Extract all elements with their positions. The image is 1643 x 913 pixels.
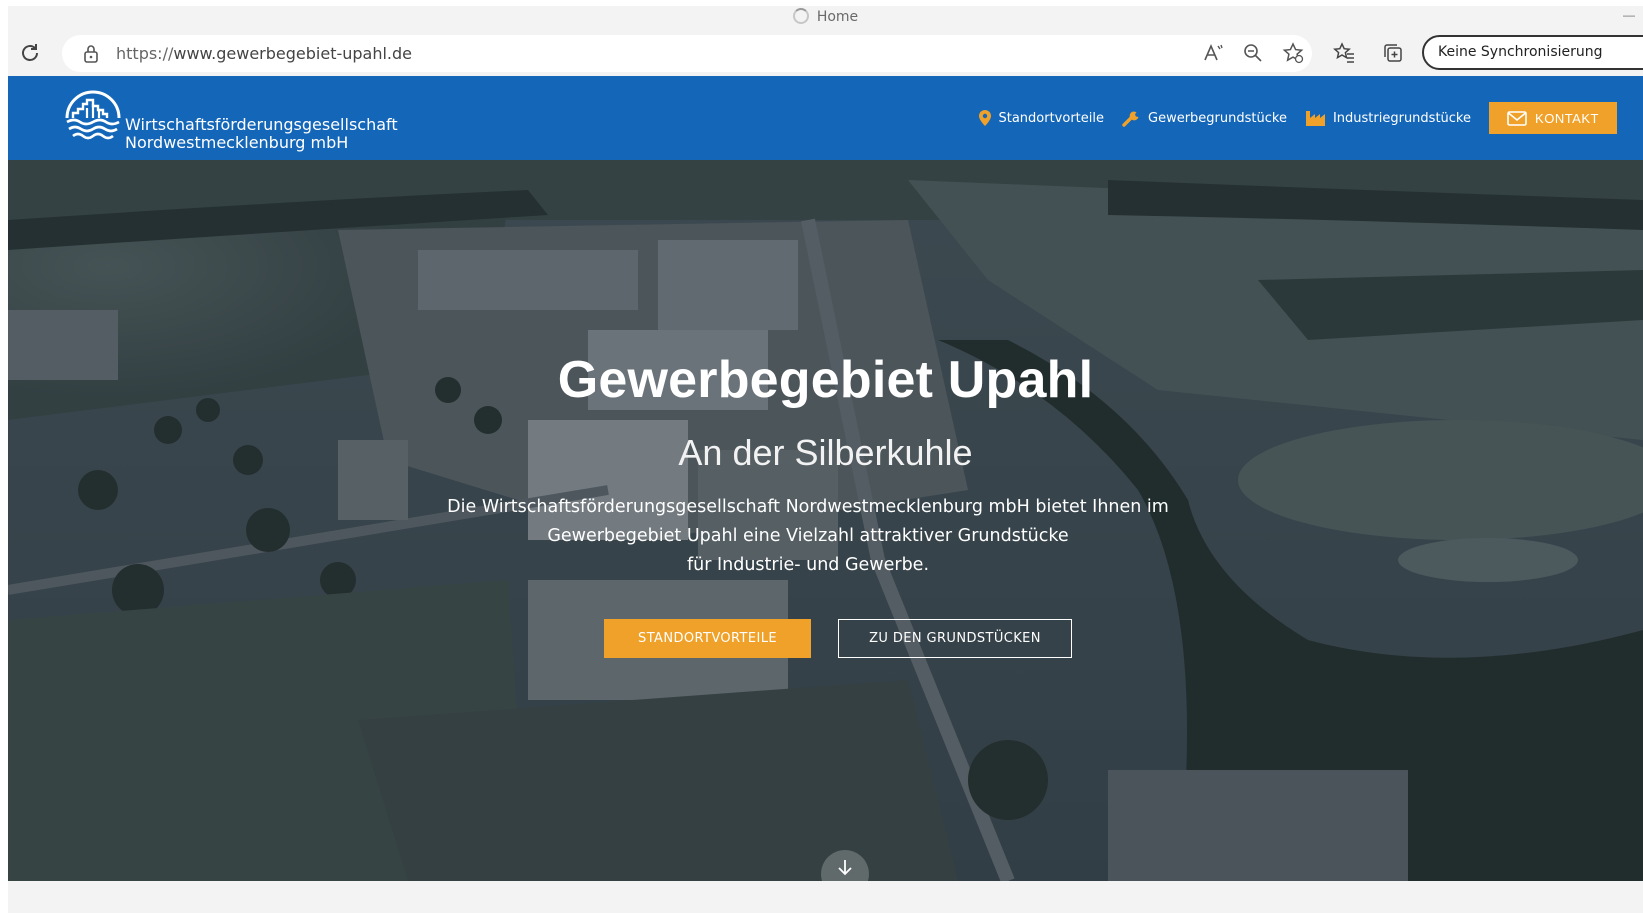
lock-icon[interactable] xyxy=(82,44,100,64)
arrow-down-icon xyxy=(838,860,852,876)
hero-section: Gewerbegebiet Upahl An der Silberkuhle D… xyxy=(8,160,1643,881)
envelope-icon xyxy=(1507,110,1527,126)
nav-item-gewerbegrundstuecke[interactable]: Gewerbegrundstücke xyxy=(1122,109,1287,127)
browser-toolbar: https://www.gewerbegebiet-upahl.de Keine… xyxy=(8,30,1643,76)
window-title: Home xyxy=(8,8,1643,25)
hero-title: Gewerbegebiet Upahl xyxy=(557,351,1094,409)
hero-subtitle: An der Silberkuhle xyxy=(678,432,973,473)
title-bar: Home — xyxy=(8,6,1643,30)
nav-label: Industriegrundstücke xyxy=(1332,110,1471,126)
company-name-line2: Nordwestmecklenburg mbH xyxy=(125,133,349,152)
hero-description: Die Wirtschaftsförderungsgesellschaft No… xyxy=(428,493,1188,580)
address-bar[interactable]: https://www.gewerbegebiet-upahl.de xyxy=(62,35,1312,72)
website: Wirtschaftsförderungsgesellschaft Nordwe… xyxy=(8,76,1643,881)
minimize-button[interactable]: — xyxy=(1623,8,1637,22)
site-header: Wirtschaftsförderungsgesellschaft Nordwe… xyxy=(8,76,1643,160)
contact-button[interactable]: KONTAKT xyxy=(1489,102,1617,134)
main-nav: Standortvorteile Gewerbegrundstücke Indu… xyxy=(960,102,1617,134)
nav-label: Gewerbegrundstücke xyxy=(1148,110,1287,126)
url-protocol: https:// xyxy=(116,44,174,63)
contact-label: KONTAKT xyxy=(1535,110,1599,126)
nav-label: Standortvorteile xyxy=(998,110,1104,126)
company-name[interactable]: Wirtschaftsförderungsgesellschaft Nordwe… xyxy=(125,116,398,152)
standortvorteile-button[interactable]: STANDORTVORTEILE xyxy=(604,619,811,658)
nav-item-industriegrundstuecke[interactable]: Industriegrundstücke xyxy=(1305,109,1471,127)
url-text[interactable]: https://www.gewerbegebiet-upahl.de xyxy=(116,44,412,63)
nav-item-standortvorteile[interactable]: Standortvorteile xyxy=(978,109,1104,127)
hero-description-line1: Die Wirtschaftsförderungsgesellschaft No… xyxy=(447,497,1169,517)
tab-title: Home xyxy=(816,9,859,25)
company-name-line1: Wirtschaftsförderungsgesellschaft xyxy=(125,115,398,134)
grundstuecke-button[interactable]: ZU DEN GRUNDSTÜCKEN xyxy=(838,619,1072,658)
collections-icon[interactable] xyxy=(1382,42,1404,64)
read-aloud-icon[interactable] xyxy=(1202,42,1224,64)
browser-window: Home — https://www.gewerbegebiet-upahl.d… xyxy=(8,6,1643,913)
wrench-icon xyxy=(1122,111,1139,127)
url-host: www.gewerbegebiet-upahl.de xyxy=(173,44,413,63)
sync-button[interactable]: Keine Synchronisierung xyxy=(1422,35,1643,70)
company-logo-icon[interactable] xyxy=(63,88,123,148)
loading-icon xyxy=(792,8,809,24)
reload-icon[interactable] xyxy=(18,41,42,65)
favorites-icon[interactable] xyxy=(1333,42,1355,64)
add-favorite-icon[interactable] xyxy=(1282,42,1304,64)
factory-icon xyxy=(1305,111,1325,126)
map-pin-icon xyxy=(979,110,992,126)
zoom-out-icon[interactable] xyxy=(1242,42,1264,64)
hero-description-line2: Gewerbegebiet Upahl eine Vielzahl attrak… xyxy=(547,526,1069,546)
hero-description-line3: für Industrie- und Gewerbe. xyxy=(686,555,930,575)
